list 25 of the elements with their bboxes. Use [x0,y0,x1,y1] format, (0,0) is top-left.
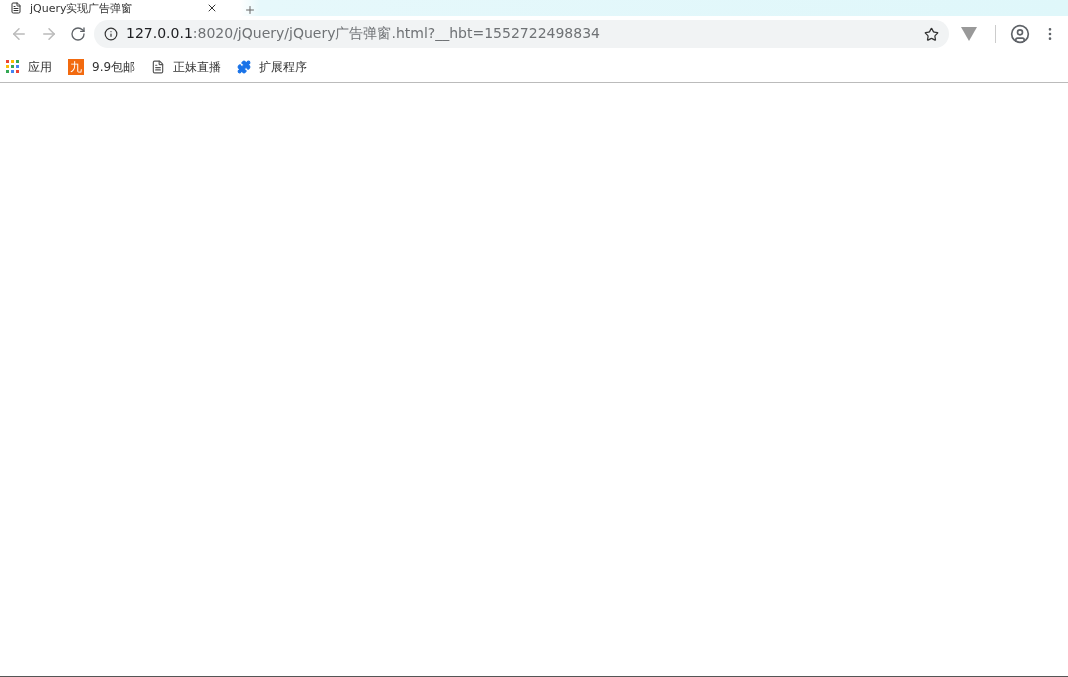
bookmark-item[interactable]: 应用 [6,58,52,76]
bookmark-item[interactable]: 扩展程序 [237,58,308,76]
bookmark-star-icon[interactable] [924,26,939,42]
address-bar[interactable]: 127.0.0.1:8020/jQuery/jQuery广告弹窗.html?__hbt=1552722498834 [94,20,949,48]
bookmark-item[interactable]: 正妹直播 [151,58,222,76]
bookmark-label: 9.9包邮 [92,58,136,76]
close-icon[interactable] [206,2,218,14]
bookmark-label: 应用 [28,58,52,76]
new-tab-icon[interactable] [244,4,256,16]
apps-grid-icon [6,60,20,74]
bookmark-badge: 九 [68,59,84,75]
profile-icon [1010,24,1030,44]
url-path: :8020/jQuery/jQuery广告弹窗.html?__hbt=1552722498834 [192,25,600,43]
page-icon [10,2,22,14]
v-logo-icon[interactable] [961,27,977,41]
bookmark-item[interactable]: 九 9.9包邮 [68,58,136,76]
bookmark-label: 扩展程序 [259,58,308,76]
forward-arrow-icon [40,25,58,43]
page-icon [151,60,166,74]
tab-title: jQuery实现广告弹窗 [30,0,134,16]
bookmark-label: 正妹直播 [173,58,222,76]
reload-icon [70,26,86,42]
info-icon [104,27,118,41]
url-host: 127.0.0.1 [126,25,193,43]
puzzle-icon [237,60,252,74]
